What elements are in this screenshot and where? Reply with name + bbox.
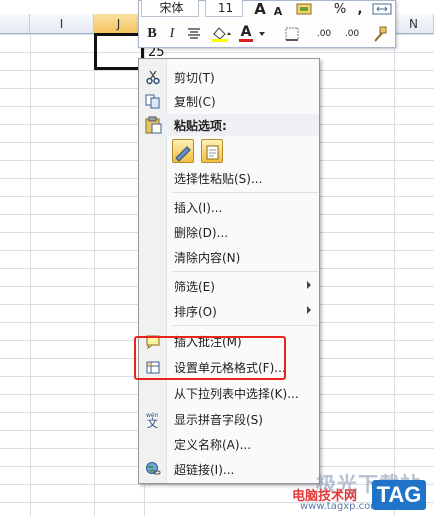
menu-item-pick-from-list[interactable]: 从下拉列表中选择(K)... (139, 382, 319, 404)
column-header-i[interactable]: I (30, 14, 94, 34)
shrink-font-button[interactable]: A (271, 1, 285, 21)
menu-item-copy[interactable]: 复制(C) (139, 90, 319, 112)
submenu-arrow-icon (307, 306, 311, 314)
percent-button[interactable]: % (331, 0, 349, 19)
menu-item-label: 定义名称(A)... (174, 438, 252, 452)
menu-item-paste-special[interactable]: 选择性粘贴(S)... (139, 167, 319, 189)
menu-item-delete[interactable]: 删除(D)... (139, 221, 319, 243)
grid-line (30, 34, 31, 516)
submenu-arrow-icon (307, 281, 311, 289)
merge-center-icon[interactable] (371, 0, 393, 19)
watermark-url: www.tagxp.com (300, 501, 380, 512)
copy-icon (144, 92, 162, 110)
menu-item-filter[interactable]: 筛选(E) (139, 275, 319, 297)
svg-text:文: 文 (147, 416, 158, 428)
menu-item-label: 选择性粘贴(S)... (174, 172, 263, 186)
paste-values-icon[interactable] (172, 139, 194, 163)
menu-item-label: 插入(I)... (174, 201, 223, 215)
column-header-n[interactable]: N (394, 14, 434, 34)
context-menu: 剪切(T) 复制(C) 粘贴选项: 选择性粘贴(S)... 插入(I)... 删… (138, 58, 320, 484)
menu-item-show-phonetic[interactable]: wén 文 显示拼音字段(S) (139, 408, 319, 430)
borders-icon[interactable] (281, 24, 303, 44)
increase-decimal-button[interactable]: .00 (311, 24, 337, 44)
font-size-select[interactable]: 11 (205, 0, 243, 17)
menu-item-label: 排序(O) (174, 305, 217, 319)
decrease-decimal-label: .00 (344, 29, 360, 39)
menu-item-label: 复制(C) (174, 95, 216, 109)
menu-separator (172, 325, 318, 326)
watermark-tag-logo: TAG (372, 480, 426, 510)
menu-item-cut[interactable]: 剪切(T) (139, 66, 319, 88)
clipboard-icon (144, 116, 162, 137)
chevron-down-icon[interactable] (257, 24, 267, 44)
grid-line (394, 34, 395, 516)
accounting-format-icon[interactable] (295, 0, 315, 19)
font-color-button[interactable]: A (239, 24, 253, 42)
menu-item-hyperlink[interactable]: 超链接(I)... (139, 458, 319, 480)
column-header-blank[interactable] (0, 14, 30, 34)
mini-toolbar: 宋体 11 A A % , B I A .00 .00 (138, 0, 396, 48)
paste-icon[interactable] (201, 139, 223, 163)
menu-separator (172, 192, 318, 193)
menu-item-clear-contents[interactable]: 清除内容(N) (139, 246, 319, 268)
align-center-icon[interactable] (185, 24, 203, 44)
menu-item-label: 显示拼音字段(S) (174, 413, 263, 427)
format-painter-icon[interactable] (369, 24, 391, 44)
menu-item-label: 清除内容(N) (174, 251, 241, 265)
menu-item-label: 筛选(E) (174, 280, 215, 294)
highlight-box (134, 336, 286, 380)
paste-options-label: 粘贴选项: (174, 119, 227, 133)
paste-options-header: 粘贴选项: (139, 114, 319, 136)
grid-line (94, 34, 95, 516)
globe-link-icon (144, 460, 162, 478)
decrease-decimal-button[interactable]: .00 (339, 24, 365, 44)
phonetic-icon: wén 文 (144, 410, 162, 428)
increase-decimal-label: .00 (316, 29, 332, 39)
scissors-icon (144, 68, 162, 86)
selected-cell[interactable] (94, 33, 144, 70)
menu-item-define-name[interactable]: 定义名称(A)... (139, 433, 319, 455)
menu-item-label: 删除(D)... (174, 226, 229, 240)
italic-button[interactable]: I (165, 24, 179, 44)
menu-item-label: 剪切(T) (174, 71, 215, 85)
grow-font-button[interactable]: A (251, 0, 269, 19)
menu-item-insert[interactable]: 插入(I)... (139, 196, 319, 218)
font-name-select[interactable]: 宋体 (141, 0, 199, 17)
bold-button[interactable]: B (145, 24, 159, 44)
fill-color-icon[interactable] (209, 24, 233, 44)
column-header-j[interactable]: J (94, 14, 144, 34)
menu-item-sort[interactable]: 排序(O) (139, 300, 319, 322)
menu-item-label: 超链接(I)... (174, 463, 235, 477)
menu-separator (172, 271, 318, 272)
menu-item-label: 从下拉列表中选择(K)... (174, 387, 299, 401)
comma-button[interactable]: , (353, 0, 367, 19)
